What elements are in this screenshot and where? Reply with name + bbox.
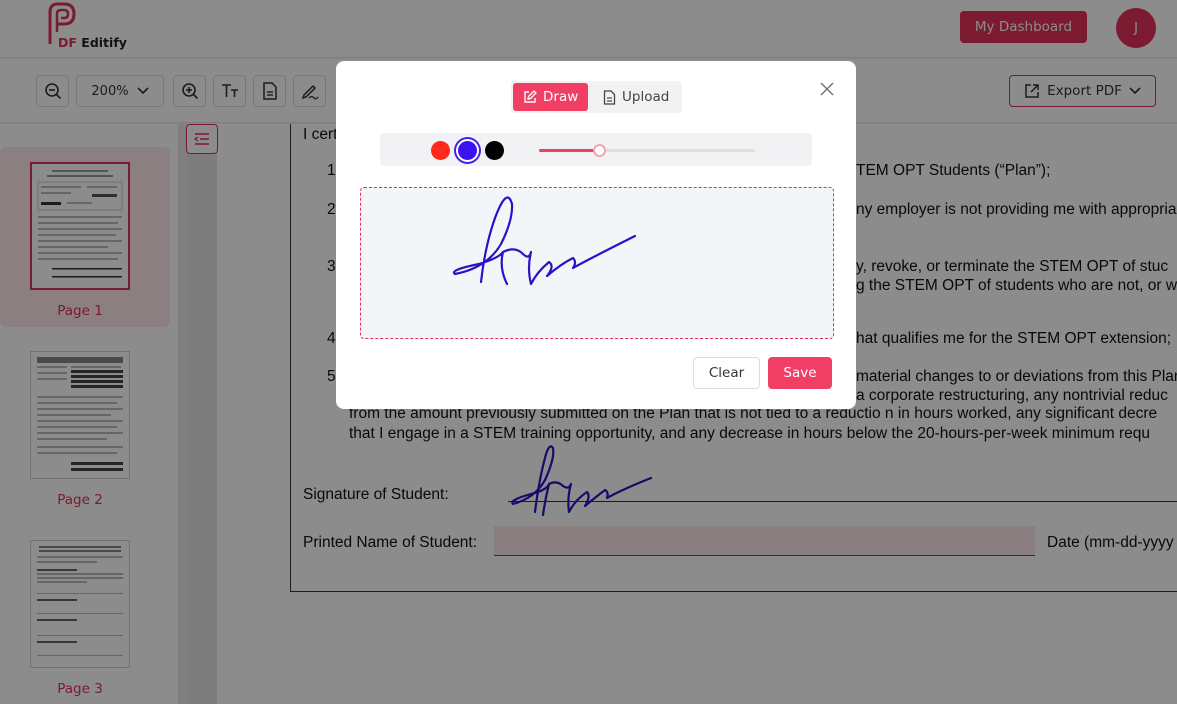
tab-draw[interactable]: Draw bbox=[513, 83, 589, 111]
edit-icon bbox=[524, 90, 537, 103]
close-icon[interactable] bbox=[818, 80, 836, 98]
signature-modal: Draw Upload Clear Save bbox=[336, 61, 856, 409]
tab-upload[interactable]: Upload bbox=[593, 83, 679, 111]
stroke-width-fill bbox=[539, 149, 600, 152]
color-swatch-red[interactable] bbox=[431, 141, 450, 160]
stroke-width-slider[interactable] bbox=[539, 144, 755, 157]
signature-mode-tabs: Draw Upload bbox=[511, 81, 682, 113]
stroke-width-handle[interactable] bbox=[593, 144, 607, 157]
file-icon bbox=[603, 89, 616, 105]
clear-button[interactable]: Clear bbox=[693, 357, 760, 389]
signature-drawing-canvas[interactable] bbox=[360, 187, 834, 339]
tab-draw-label: Draw bbox=[543, 89, 579, 105]
tab-upload-label: Upload bbox=[622, 89, 670, 105]
color-swatch-blue[interactable] bbox=[458, 141, 477, 160]
color-swatch-black[interactable] bbox=[485, 141, 504, 160]
drawn-signature bbox=[452, 196, 637, 286]
save-button[interactable]: Save bbox=[768, 357, 832, 389]
pen-options-bar bbox=[380, 133, 812, 166]
